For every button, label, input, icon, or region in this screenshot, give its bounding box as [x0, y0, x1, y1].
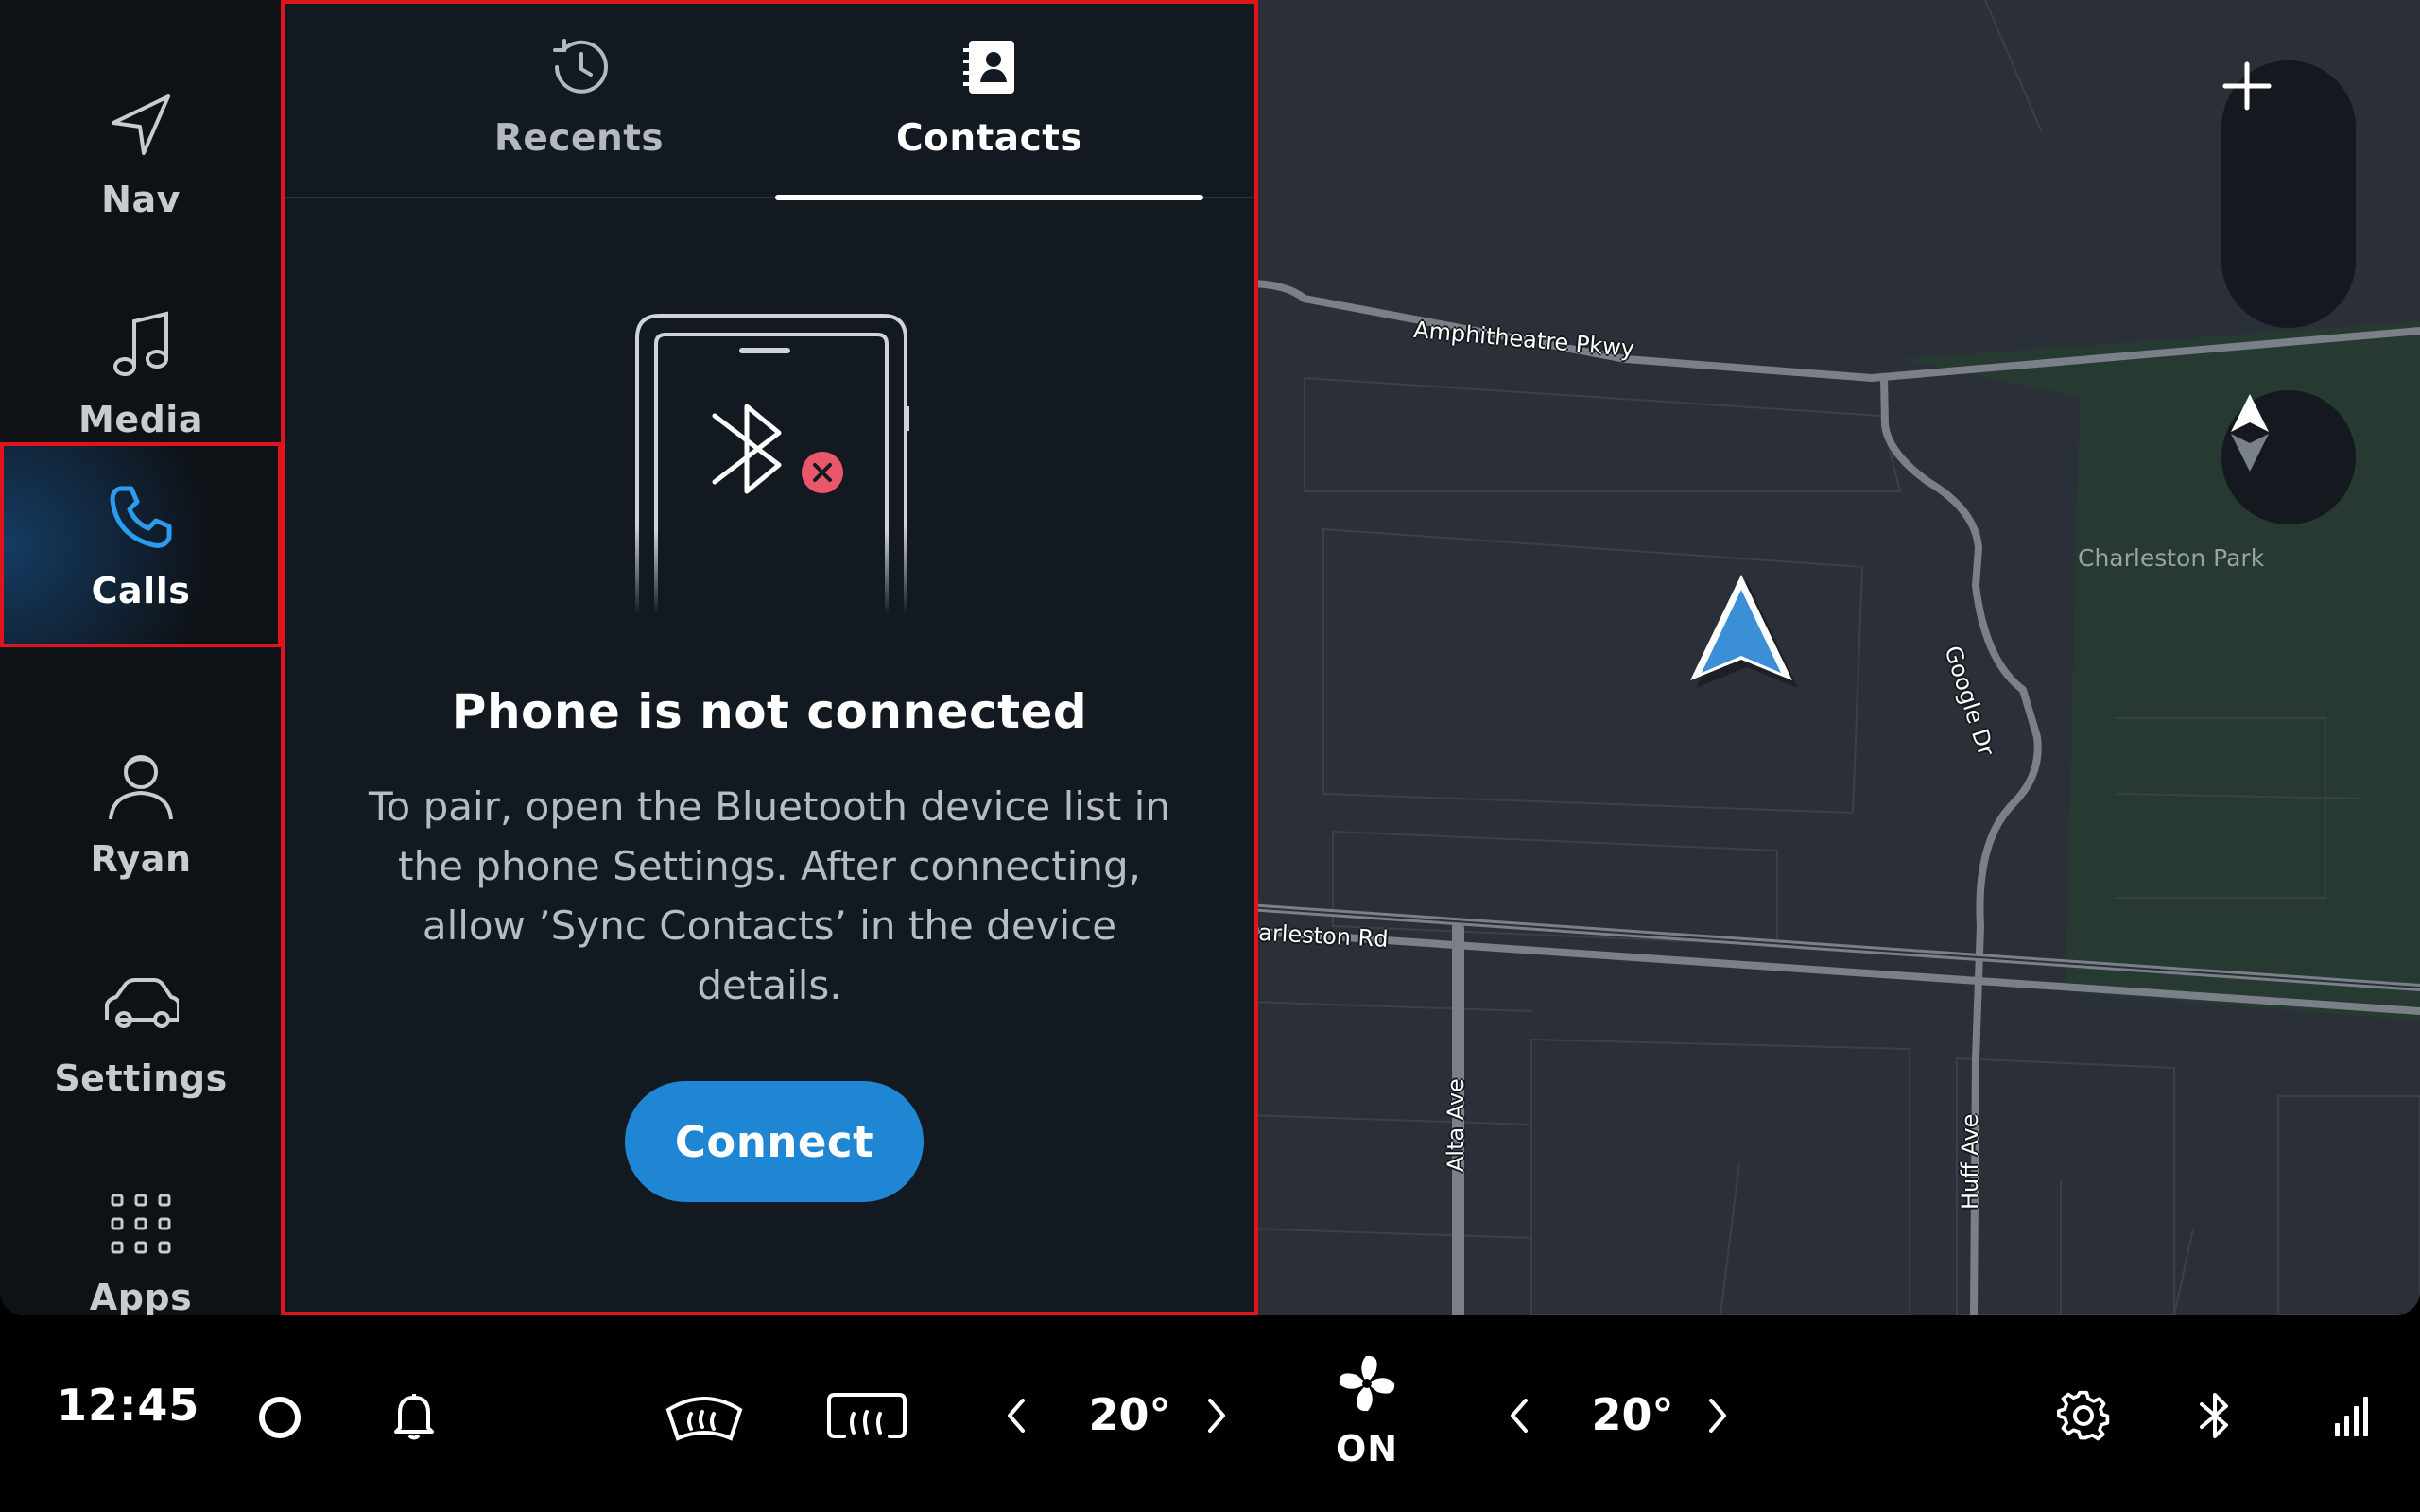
- car-icon: [103, 967, 179, 1042]
- nav-rail: Nav Media Calls Ryan Settings Apps: [0, 0, 282, 1315]
- left-temp-up-button[interactable]: [1197, 1389, 1235, 1442]
- front-defrost-icon: [666, 1397, 743, 1441]
- rail-label-nav: Nav: [101, 178, 181, 220]
- rail-label-profile: Ryan: [90, 837, 192, 880]
- calls-tabs: Recents Contacts: [285, 4, 1254, 200]
- left-temp-down-button[interactable]: [998, 1389, 1036, 1442]
- tab-contacts-label: Contacts: [895, 117, 1083, 160]
- clock: 12:45: [57, 1380, 200, 1431]
- rail-item-calls[interactable]: Calls: [0, 442, 282, 647]
- tab-contacts[interactable]: Contacts: [775, 4, 1203, 200]
- map-label-huff-ave: Huff Ave: [1957, 1113, 1983, 1210]
- rail-item-apps[interactable]: Apps: [0, 1142, 282, 1315]
- navigation-arrow-icon: [103, 88, 179, 163]
- rail-label-calls: Calls: [91, 569, 191, 611]
- chevron-left-icon: [1008, 1399, 1025, 1433]
- compass-button[interactable]: [2221, 390, 2356, 524]
- minus-icon: [2222, 83, 2272, 89]
- tab-recents[interactable]: Recents: [365, 4, 793, 198]
- settings-button[interactable]: [2053, 1385, 2114, 1446]
- rail-item-nav[interactable]: Nav: [0, 43, 282, 264]
- front-defrost-button[interactable]: [662, 1385, 747, 1446]
- rail-item-profile[interactable]: Ryan: [0, 703, 282, 923]
- music-note-icon: [103, 308, 179, 384]
- rail-label-settings: Settings: [54, 1057, 228, 1099]
- contacts-book-icon: [957, 34, 1023, 100]
- chevron-right-icon: [1208, 1399, 1225, 1433]
- car-display: Amphitheatre Pkwy Charleston Park Google…: [0, 0, 2420, 1315]
- user-profile-icon: [103, 747, 179, 823]
- pairing-instructions: To pair, open the Bluetooth device list …: [369, 783, 1170, 1008]
- map-view[interactable]: Amphitheatre Pkwy Charleston Park Google…: [1243, 0, 2420, 1315]
- not-connected-title: Phone is not connected: [451, 684, 1088, 739]
- connect-button[interactable]: Connect: [625, 1081, 924, 1202]
- bluetooth-icon: [2200, 1393, 2228, 1438]
- gear-icon: [2057, 1390, 2110, 1441]
- calls-panel: Recents Contacts Phone is not connected …: [281, 0, 1258, 1315]
- chevron-right-icon: [1709, 1399, 1726, 1433]
- rear-defrost-button[interactable]: [824, 1385, 909, 1446]
- right-temp-down-button[interactable]: [1501, 1389, 1539, 1442]
- right-temp-up-button[interactable]: [1698, 1389, 1736, 1442]
- history-icon: [546, 34, 613, 100]
- phone-bluetooth-disconnected-icon: [635, 312, 909, 614]
- apps-grid-icon: [103, 1186, 179, 1262]
- phone-icon: [103, 479, 179, 555]
- rear-defrost-icon: [827, 1393, 907, 1438]
- signal-bars-icon: [2335, 1397, 2368, 1436]
- fan-icon: [1339, 1355, 1395, 1412]
- tab-recents-label: Recents: [493, 117, 665, 160]
- bell-icon: [394, 1394, 434, 1440]
- bluetooth-button[interactable]: [2191, 1383, 2238, 1448]
- zoom-controls: [2221, 60, 2356, 328]
- left-temperature: 20°: [1088, 1389, 1171, 1440]
- map-label-alta-ave: Alta Ave: [1443, 1078, 1469, 1172]
- rail-label-media: Media: [78, 398, 203, 440]
- chevron-left-icon: [1511, 1399, 1528, 1433]
- system-bar: 12:45 20° ON 20°: [0, 1315, 2420, 1512]
- assistant-button[interactable]: [251, 1389, 308, 1446]
- rail-label-apps: Apps: [89, 1276, 193, 1316]
- fan-button[interactable]: [1323, 1348, 1410, 1419]
- rail-item-settings[interactable]: Settings: [0, 922, 282, 1143]
- fan-status: ON: [1335, 1428, 1399, 1469]
- current-location-arrow: [1690, 575, 1798, 688]
- compass-icon: [2231, 394, 2269, 472]
- map-label-charleston-park: Charleston Park: [2078, 544, 2265, 572]
- zoom-out-button[interactable]: [2221, 83, 2356, 322]
- notifications-button[interactable]: [386, 1385, 442, 1446]
- assistant-circle-icon: [259, 1397, 301, 1438]
- right-temperature: 20°: [1591, 1389, 1674, 1440]
- signal-strength: [2327, 1387, 2380, 1444]
